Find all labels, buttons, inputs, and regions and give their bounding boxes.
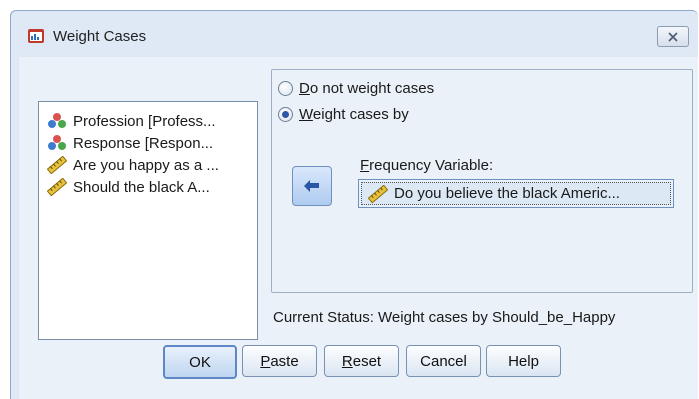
variable-label: Profession [Profess...	[73, 112, 216, 130]
frequency-variable-label: Frequency Variable:	[360, 157, 494, 174]
do-not-weight-radio[interactable]: Do not weight cases	[278, 80, 434, 97]
list-item[interactable]: Response [Respon...	[47, 132, 213, 154]
spss-app-icon	[28, 29, 44, 43]
current-status: Current Status: Weight cases by Should_b…	[273, 309, 616, 326]
radio-button-selected[interactable]	[278, 107, 293, 122]
frequency-variable-value: Do you believe the black Americ...	[394, 185, 620, 202]
nominal-variable-icon	[48, 135, 66, 150]
help-button[interactable]: Help	[486, 345, 561, 377]
scale-variable-icon	[47, 178, 67, 196]
weight-cases-by-radio[interactable]: Weight cases by	[278, 106, 409, 123]
ok-button[interactable]: OK	[163, 345, 237, 379]
weight-options-panel: Do not weight cases Weight cases by Freq…	[271, 69, 693, 293]
arrow-left-icon	[304, 180, 319, 192]
source-variable-list[interactable]: Profession [Profess... Response [Respon.…	[38, 101, 258, 340]
cancel-button[interactable]: Cancel	[406, 345, 481, 377]
weight-cases-by-label: Weight cases by	[299, 106, 409, 123]
scale-variable-icon	[368, 184, 388, 203]
variable-label: Should the black A...	[73, 178, 210, 196]
dialog-title: Weight Cases	[53, 28, 147, 45]
frequency-variable-item[interactable]: Do you believe the black Americ...	[361, 182, 671, 205]
title-bar[interactable]: Weight Cases	[11, 11, 698, 57]
variable-label: Response [Respon...	[73, 134, 214, 152]
radio-button[interactable]	[278, 81, 293, 96]
do-not-weight-label: Do not weight cases	[299, 80, 435, 97]
weight-cases-dialog: Weight Cases Profession [Profess... Resp…	[10, 10, 698, 399]
nominal-variable-icon	[48, 113, 66, 128]
frequency-variable-field[interactable]: Do you believe the black Americ...	[358, 179, 674, 208]
reset-button[interactable]: Reset	[324, 345, 399, 377]
close-button[interactable]	[657, 26, 689, 47]
paste-button[interactable]: Paste	[242, 345, 317, 377]
move-variable-button[interactable]	[292, 166, 332, 206]
dialog-body: Profession [Profess... Response [Respon.…	[19, 57, 698, 399]
scale-variable-icon	[47, 156, 67, 174]
list-item[interactable]: Should the black A...	[47, 176, 210, 198]
variable-label: Are you happy as a ...	[73, 156, 219, 174]
list-item[interactable]: Are you happy as a ...	[47, 154, 219, 176]
list-item[interactable]: Profession [Profess...	[47, 110, 216, 132]
close-icon	[668, 31, 678, 42]
